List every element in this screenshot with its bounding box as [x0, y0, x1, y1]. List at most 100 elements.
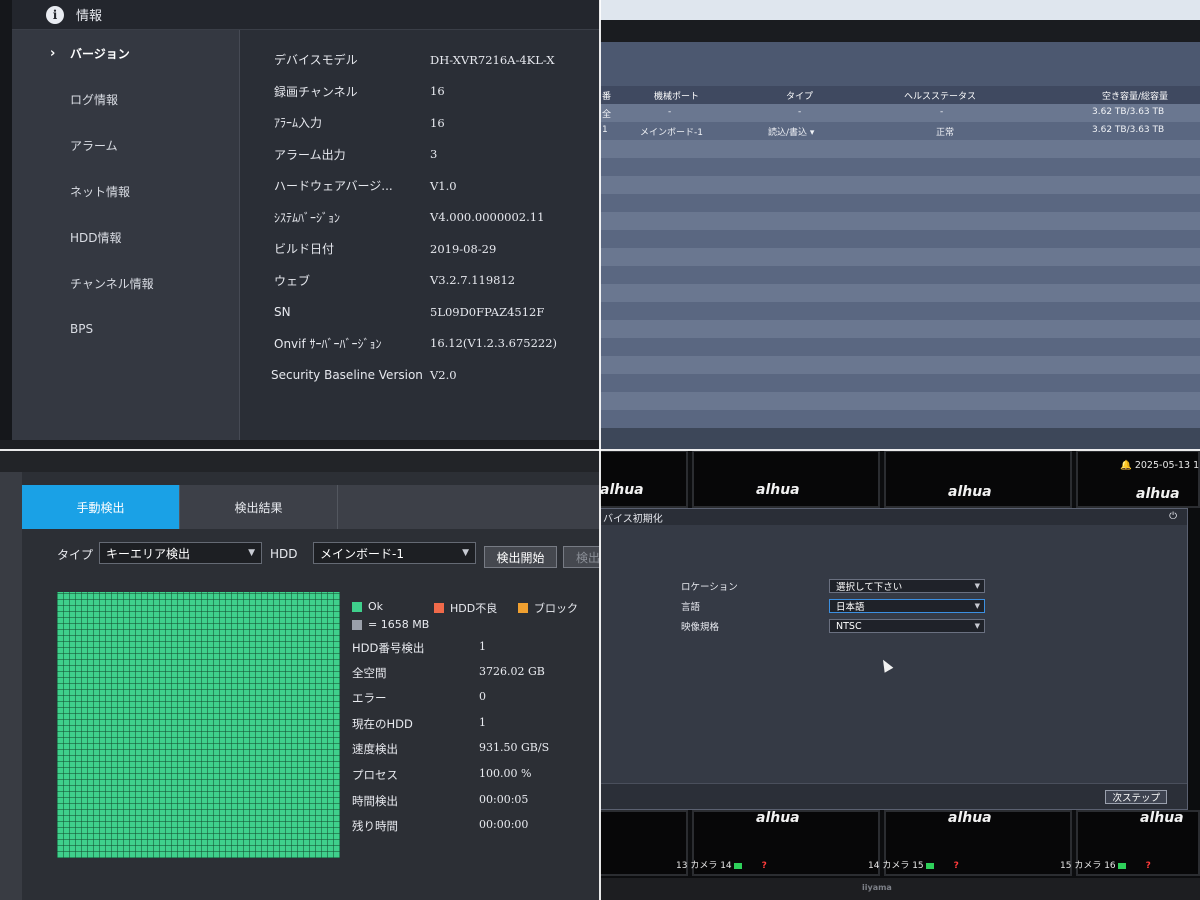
chevron-down-icon: ▼	[974, 582, 980, 590]
dahua-logo: alhua	[600, 482, 644, 498]
info-value: V2.0	[430, 367, 457, 382]
camera-tile[interactable]: alhua 13 カメラ 14?	[676, 810, 880, 876]
video-standard-select[interactable]: NTSC ▼	[829, 619, 985, 633]
info-value: 3	[430, 147, 438, 162]
info-row: ビルド日付 2019-08-29	[240, 233, 600, 265]
sidebar-item-label: バージョン	[70, 46, 130, 61]
stat-row: エラー 0	[352, 690, 592, 715]
dialog-title: バイス初期化	[603, 513, 663, 525]
alarm-bell-icon[interactable]: 🔔	[1120, 460, 1132, 471]
hdd-list-panel: 番 機械ポート タイプ ヘルスステータス 空き容量/総容量 全 - - - 3.…	[600, 0, 1200, 450]
language-select[interactable]: 日本語 ▼	[829, 599, 985, 613]
detect-button[interactable]: 検出	[563, 546, 600, 568]
hdd-port: メインボード-1	[640, 128, 703, 138]
legend-swatch	[352, 601, 362, 612]
column-header: 機械ポート	[654, 92, 700, 102]
power-icon[interactable]: ⏻	[1169, 511, 1177, 522]
camera-icon	[925, 862, 934, 869]
sidebar-item-channel[interactable]: チャンネル情報	[12, 260, 239, 306]
stat-key: 全空間	[352, 666, 387, 680]
dahua-logo: alhua	[756, 810, 800, 826]
stat-row: 現在のHDD 1	[352, 716, 592, 741]
info-sidebar: › バージョン ログ情報 アラーム ネット情報 HDD情報 チャンネル情報 BP…	[12, 30, 240, 450]
chevron-down-icon: ▼	[974, 622, 980, 630]
camera-label: 15 カメラ 16?	[1060, 858, 1151, 871]
table-row-background	[600, 212, 1200, 230]
sidebar-item-label: ネット情報	[70, 184, 131, 199]
info-value: 16	[430, 84, 445, 99]
datetime-text: 2025-05-13 1	[1134, 460, 1200, 471]
legend-block: ブロック	[518, 600, 578, 616]
hdd-select[interactable]: メインボード-1 ▼	[313, 542, 476, 564]
camera-name: カメラ 15	[882, 861, 924, 871]
video-standard-label: 映像規格	[681, 622, 720, 633]
info-row: Onvif ｻｰﾊﾞｰﾊﾞｰｼﾞｮﾝ 16.12(V1.2.3.675222)	[240, 328, 600, 360]
hdd-footer	[600, 428, 1200, 450]
column-header: 空き容量/総容量	[1102, 92, 1169, 102]
hdd-value: メインボード-1	[320, 546, 404, 561]
column-header: ヘルスステータス	[904, 92, 977, 102]
question-icon: ?	[1145, 861, 1151, 871]
camera-number: 13	[676, 861, 688, 871]
hdd-label: HDD	[270, 547, 298, 561]
camera-tile[interactable]: alhua	[692, 450, 880, 508]
camera-name: カメラ 16	[1074, 861, 1116, 871]
info-row: デバイスモデル DH-XVR7216A-4KL-X	[240, 44, 600, 76]
camera-tile[interactable]: alhua	[1076, 450, 1200, 508]
info-key: デバイスモデル	[274, 53, 358, 68]
info-row: アラーム出力 3	[240, 139, 600, 171]
tab-manual-detect[interactable]: 手動検出	[22, 485, 180, 529]
block-size-label: = 1658 MB	[368, 618, 430, 631]
camera-tile[interactable]: alhua 15 カメラ 16?	[1060, 810, 1200, 876]
sidebar-item-network[interactable]: ネット情報	[12, 168, 239, 214]
info-row: ｱﾗｰﾑ入力 16	[240, 107, 600, 139]
info-row: ウェブ V3.2.7.119812	[240, 265, 600, 297]
camera-tile[interactable]: alhua 14 カメラ 15?	[868, 810, 1072, 876]
type-value: キーエリア検出	[106, 546, 191, 561]
info-row: ハードウェアバージ... V1.0	[240, 170, 600, 202]
start-detect-button[interactable]: 検出開始	[484, 546, 557, 568]
info-key: 録画チャンネル	[274, 84, 358, 99]
quadrant-divider	[0, 449, 1200, 451]
sidebar-item-bps[interactable]: BPS	[12, 306, 239, 352]
legend-label: HDD不良	[450, 602, 498, 615]
camera-icon	[733, 862, 742, 869]
legend-bad: HDD不良	[434, 600, 497, 616]
stat-key: HDD番号検出	[352, 641, 425, 655]
table-row-background	[600, 266, 1200, 284]
hdd-type-select[interactable]: 読込/書込 ▾	[768, 125, 814, 138]
info-value: 16	[430, 115, 445, 130]
question-icon: ?	[953, 861, 959, 871]
tab-detect-results[interactable]: 検出結果	[180, 485, 338, 529]
type-select[interactable]: キーエリア検出 ▼	[99, 542, 262, 564]
stat-value: 3726.02 GB	[479, 665, 545, 678]
monitor-bezel	[600, 20, 1200, 42]
camera-tile[interactable]: alhua	[600, 450, 688, 508]
mouse-cursor-icon	[878, 657, 894, 673]
info-icon: i	[46, 5, 64, 24]
device-init-dialog: バイス初期化 ⏻ ロケーション 選択して下さい ▼ 言語 日本語 ▼ 映像規格 …	[600, 508, 1188, 810]
sidebar-item-log[interactable]: ログ情報	[12, 76, 239, 122]
stat-row: プロセス 100.00 %	[352, 767, 592, 792]
info-row: SN 5L09D0FPAZ4512F	[240, 296, 600, 328]
sidebar-item-alarm[interactable]: アラーム	[12, 122, 239, 168]
hdd-type: 読込/書込	[768, 128, 808, 138]
monitor-bezel	[0, 0, 12, 450]
camera-tile[interactable]	[600, 810, 688, 876]
next-step-button[interactable]: 次ステップ	[1105, 790, 1167, 804]
video-standard-value: NTSC	[836, 620, 862, 632]
type-label: タイプ	[57, 547, 94, 562]
table-row-background	[600, 158, 1200, 176]
sidebar-item-label: ログ情報	[70, 92, 119, 107]
info-key: ｼｽﾃﾑﾊﾞｰｼﾞｮﾝ	[274, 210, 341, 225]
monitor-bezel	[600, 878, 1200, 900]
camera-tile[interactable]: alhua	[884, 450, 1072, 508]
table-row[interactable]: 1 メインボード-1 読込/書込 ▾ 正常 3.62 TB/3.63 TB	[600, 122, 1200, 140]
language-value: 日本語	[836, 602, 865, 613]
table-row-background	[600, 374, 1200, 392]
location-select[interactable]: 選択して下さい ▼	[829, 579, 985, 593]
sidebar-item-version[interactable]: › バージョン	[12, 30, 239, 76]
table-row[interactable]: 全 - - - 3.62 TB/3.63 TB	[600, 104, 1200, 122]
sidebar-item-hdd[interactable]: HDD情報	[12, 214, 239, 260]
hdd-health: 正常	[936, 128, 955, 138]
